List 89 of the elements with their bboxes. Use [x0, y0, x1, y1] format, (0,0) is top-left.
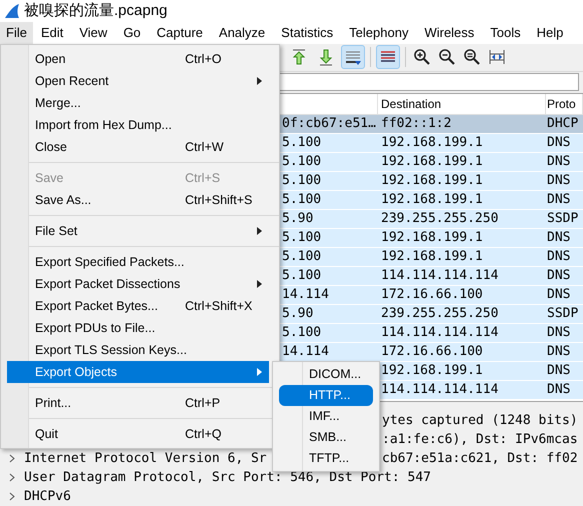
table-cell: 192.168.199.1: [381, 135, 483, 150]
table-cell: 5.90: [282, 306, 314, 322]
menu-item[interactable]: Statistics: [273, 22, 342, 44]
colorize-button[interactable]: [376, 45, 400, 70]
table-cell: 172.16.66.100: [381, 287, 483, 302]
detail-line[interactable]: ytes captured (1248 bits): [382, 411, 578, 430]
table-cell: DNS: [547, 325, 570, 340]
zoom-in-icon[interactable]: [413, 48, 431, 66]
menu-item[interactable]: IMF...: [303, 406, 379, 427]
menu-item[interactable]: Open Ctrl+O: [29, 48, 269, 70]
menu-item[interactable]: Capture: [148, 22, 211, 44]
table-cell: 192.168.199.1: [381, 249, 483, 264]
chevron-right-icon[interactable]: [9, 473, 15, 482]
submenu-arrow-icon: [257, 77, 262, 85]
table-cell: DNS: [547, 192, 570, 208]
table-cell: 5.100: [282, 268, 322, 284]
menu-item[interactable]: Open Recent: [29, 70, 269, 92]
menu-item[interactable]: Export Objects: [7, 361, 269, 383]
table-cell: 192.168.199.1: [381, 230, 483, 246]
table-cell: 5.100: [282, 173, 322, 188]
column-header[interactable]: Proto: [547, 95, 576, 114]
menu-item[interactable]: Merge...: [29, 92, 269, 114]
menu-item[interactable]: Save As... Ctrl+Shift+S: [29, 189, 269, 211]
table-cell: 192.168.199.1: [381, 192, 483, 208]
menu-item[interactable]: Analyze: [210, 22, 274, 44]
table-cell: 114.114.114.114: [381, 325, 498, 340]
table-cell: 0f:cb67:e51…: [282, 116, 376, 132]
menu-item[interactable]: Telephony: [341, 22, 416, 44]
table-cell: 239.255.255.250: [381, 211, 498, 226]
table-cell: 5.100: [282, 325, 322, 340]
menu-item[interactable]: Quit Ctrl+Q: [29, 423, 269, 445]
menu-item[interactable]: Tools: [482, 22, 529, 44]
table-cell: 5.100: [282, 249, 322, 264]
table-cell: ff02::1:2: [381, 116, 452, 132]
table-cell: DNS: [547, 249, 570, 264]
table-cell: DNS: [547, 268, 570, 284]
column-header[interactable]: Destination: [381, 95, 442, 114]
resize-columns-icon[interactable]: [488, 48, 506, 66]
menu-item[interactable]: View: [71, 22, 116, 44]
chevron-right-icon[interactable]: [9, 454, 15, 463]
detail-line[interactable]: Internet Protocol Version 6, Sr: [24, 451, 267, 466]
table-cell: DNS: [547, 363, 570, 378]
shark-fin-icon: [4, 3, 20, 19]
menu-item[interactable]: TFTP...: [303, 448, 379, 469]
table-cell: DNS: [547, 344, 570, 360]
detail-line[interactable]: :a1:fe:c6), Dst: IPv6mcas: [382, 430, 578, 449]
table-cell: 5.100: [282, 230, 322, 246]
window-title: 被嗅探的流量.pcapng: [24, 0, 168, 21]
table-cell: 14.114: [282, 287, 329, 302]
submenu-arrow-icon: [257, 280, 262, 288]
menu-item[interactable]: Help: [528, 22, 572, 44]
menu-item[interactable]: File: [0, 22, 33, 44]
menu-item[interactable]: Print... Ctrl+P: [29, 392, 269, 414]
chevron-right-icon[interactable]: [9, 492, 15, 501]
detail-line[interactable]: DHCPv6: [24, 489, 71, 504]
table-cell: DNS: [547, 287, 570, 302]
table-cell: 5.100: [282, 135, 322, 150]
table-cell: 239.255.255.250: [381, 306, 498, 322]
table-cell: DNS: [547, 173, 570, 188]
table-cell: 114.114.114.114: [381, 382, 498, 398]
menu-item[interactable]: DICOM...: [303, 364, 379, 385]
table-cell: 172.16.66.100: [381, 344, 483, 360]
menu-item[interactable]: Edit: [32, 22, 72, 44]
menu-item[interactable]: Wireless: [416, 22, 482, 44]
submenu-arrow-icon: [257, 227, 262, 235]
table-cell: 5.100: [282, 154, 322, 170]
menu-item[interactable]: SMB...: [303, 427, 379, 448]
table-cell: 192.168.199.1: [381, 154, 483, 170]
zoom-out-icon[interactable]: [438, 48, 456, 66]
table-cell: 114.114.114.114: [381, 268, 498, 284]
menu-item[interactable]: Go: [115, 22, 149, 44]
table-cell: 5.100: [282, 192, 322, 208]
table-cell: 5.90: [282, 211, 314, 226]
menu-item[interactable]: HTTP...: [279, 385, 373, 406]
table-cell: SSDP: [547, 211, 578, 226]
table-cell: DNS: [547, 135, 570, 150]
table-cell: DNS: [547, 154, 570, 170]
table-cell: 192.168.199.1: [381, 363, 483, 378]
table-cell: SSDP: [547, 306, 578, 322]
menu-item[interactable]: Import from Hex Dump...: [29, 114, 269, 136]
table-cell: 192.168.199.1: [381, 173, 483, 188]
zoom-normal-icon[interactable]: [463, 48, 481, 66]
table-cell: 14.114: [282, 344, 329, 360]
auto-scroll-button[interactable]: [341, 45, 365, 70]
detail-line[interactable]: cb67:e51a:c621, Dst: ff02: [382, 449, 578, 468]
submenu-arrow-icon: [257, 368, 262, 376]
table-cell: DHCP: [547, 116, 578, 132]
table-cell: DNS: [547, 230, 570, 246]
table-cell: DNS: [547, 382, 570, 398]
